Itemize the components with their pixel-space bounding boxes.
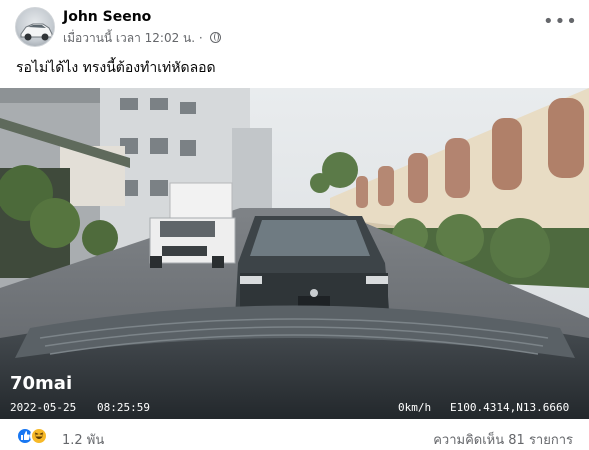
post-timestamp[interactable]: เมื่อวานนี้ เวลา 12:02 น. · <box>63 31 203 45</box>
dashcam-coords: E100.4314,N13.6660 <box>450 401 569 414</box>
globe-icon <box>209 32 221 43</box>
more-options-icon[interactable]: ••• <box>543 12 577 36</box>
reaction-count[interactable]: 1.2 พัน <box>62 429 104 450</box>
post-video[interactable]: 70mai 2022-05-25 08:25:59 0km/h E100.431… <box>0 88 589 419</box>
dashcam-date: 2022-05-25 <box>10 401 76 414</box>
post-caption: รอไม่ได้ไง ทรงนี้ต้องทำเท่หัดลอด <box>16 60 216 76</box>
comment-count-link[interactable]: ความคิดเห็น 81 รายการ <box>433 429 573 450</box>
post-meta: เมื่อวานนี้ เวลา 12:02 น. · <box>63 29 221 48</box>
haha-icon <box>30 427 48 445</box>
dashcam-brand-logo: 70mai <box>10 373 72 394</box>
lead-car <box>235 216 390 318</box>
dashcam-speed: 0km/h <box>398 401 431 414</box>
post-header: John Seeno เมื่อวานนี้ เวลา 12:02 น. · •… <box>0 0 589 52</box>
dashcam-time: 08:25:59 <box>97 401 150 414</box>
post-footer: 1.2 พัน ความคิดเห็น 81 รายการ <box>0 419 589 450</box>
author-avatar[interactable] <box>15 7 55 47</box>
author-name[interactable]: John Seeno <box>63 9 151 25</box>
